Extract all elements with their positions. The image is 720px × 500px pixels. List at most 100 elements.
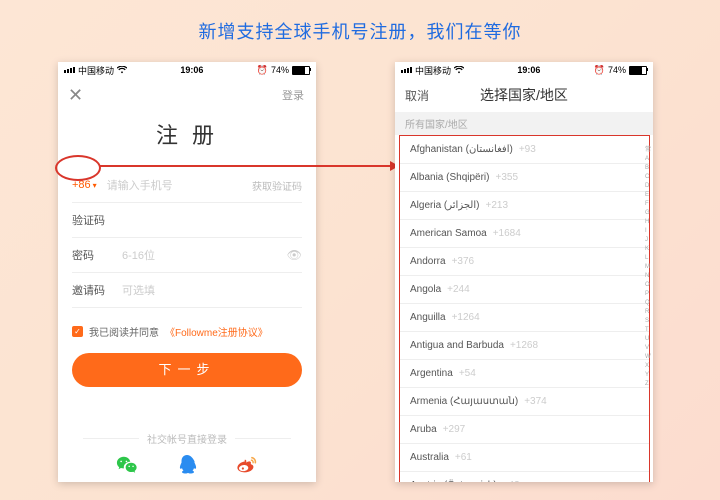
wifi-icon [454, 66, 464, 74]
country-name: Algeria (الجزائر) [410, 200, 479, 211]
country-row[interactable]: Andorra+376 [400, 248, 649, 276]
alpha-index-letter[interactable]: U [645, 335, 651, 344]
battery-pct: 74% [608, 65, 626, 75]
alpha-index-letter[interactable]: L [645, 254, 651, 263]
battery-pct: 74% [271, 65, 289, 75]
alpha-index-letter[interactable]: I [645, 227, 651, 236]
alpha-index-letter[interactable]: V [645, 344, 651, 353]
alarm-icon: ⏰ [257, 65, 268, 76]
status-time: 19:06 [464, 65, 594, 75]
country-row[interactable]: Australia +61 [400, 444, 649, 472]
alpha-index-letter[interactable]: O [645, 281, 651, 290]
alpha-index-letter[interactable]: 常 [645, 146, 651, 155]
country-name: American Samoa [410, 228, 487, 239]
alpha-index-letter[interactable]: K [645, 245, 651, 254]
country-row[interactable]: Anguilla+1264 [400, 304, 649, 332]
country-row[interactable]: Antigua and Barbuda+1268 [400, 332, 649, 360]
alpha-index-letter[interactable]: R [645, 308, 651, 317]
wechat-icon[interactable] [116, 454, 138, 476]
country-code: +61 [455, 452, 472, 463]
country-row[interactable]: Afghanistan (افغانستان) +93 [400, 136, 649, 164]
signal-icon [401, 67, 412, 73]
country-code: +244 [447, 284, 470, 295]
next-button[interactable]: 下一步 [72, 353, 302, 387]
country-name: Andorra [410, 256, 446, 267]
alpha-index-letter[interactable]: H [645, 218, 651, 227]
alpha-index-letter[interactable]: G [645, 209, 651, 218]
country-name: Argentina [410, 368, 453, 379]
get-code-button[interactable]: 获取验证码 [252, 178, 302, 193]
page-title: 注 册 [58, 118, 316, 150]
status-bar: 中国移动 19:06 ⏰ 74% [58, 62, 316, 78]
password-input[interactable]: 6-16位 [122, 247, 277, 263]
alpha-index-letter[interactable]: X [645, 362, 651, 371]
country-code-selector[interactable]: +86 ▾ [72, 179, 97, 191]
password-row: 密码 6-16位 👁 [72, 238, 302, 273]
wifi-icon [117, 66, 127, 74]
country-name: Austria (Österreich) [410, 480, 497, 482]
alpha-index-letter[interactable]: F [645, 200, 651, 209]
country-code-label: +86 [72, 179, 91, 191]
country-row[interactable]: Algeria (الجزائر) +213 [400, 192, 649, 220]
eye-icon[interactable]: 👁 [287, 248, 302, 262]
country-row[interactable]: Aruba+297 [400, 416, 649, 444]
chevron-down-icon: ▾ [93, 181, 97, 190]
code-row: 验证码 [72, 203, 302, 238]
country-list[interactable]: Afghanistan (افغانستان) +93 Albania (Shqip… [399, 135, 650, 482]
country-row[interactable]: Armenia (Հայաստան)+374 [400, 388, 649, 416]
alpha-index-letter[interactable]: C [645, 173, 651, 182]
country-name: Anguilla [410, 312, 446, 323]
alpha-index-letter[interactable]: M [645, 263, 651, 272]
invite-row: 邀请码 可选填 [72, 273, 302, 308]
agreement-link[interactable]: 《Followme注册协议》 [165, 324, 268, 339]
agree-checkbox[interactable]: ✓ 我已阅读并同意 《Followme注册协议》 [72, 324, 302, 339]
country-name: Australia [410, 452, 449, 463]
alpha-index-letter[interactable]: D [645, 182, 651, 191]
alpha-index-letter[interactable]: E [645, 191, 651, 200]
country-code: +93 [519, 144, 536, 155]
banner-title: 新增支持全球手机号注册，我们在等你 [0, 18, 720, 44]
country-row[interactable]: American Samoa+1684 [400, 220, 649, 248]
signal-icon [64, 67, 75, 73]
country-row[interactable]: Austria (Österreich) +43 [400, 472, 649, 482]
country-name: Afghanistan (افغانستان) [410, 144, 513, 155]
country-row[interactable]: Albania (Shqipëri) +355 [400, 164, 649, 192]
alpha-index-letter[interactable]: B [645, 164, 651, 173]
invite-input[interactable]: 可选填 [122, 282, 302, 298]
country-row[interactable]: Argentina+54 [400, 360, 649, 388]
social-caption: 社交帐号直接登录 [58, 431, 316, 446]
country-code: +43 [503, 480, 520, 482]
alpha-index-letter[interactable]: P [645, 290, 651, 299]
nav-bar: 取消 选择国家/地区 [395, 78, 653, 112]
alpha-index-letter[interactable]: J [645, 236, 651, 245]
alpha-index-letter[interactable]: Y [645, 371, 651, 380]
alpha-index[interactable]: 常ABCDEFGHIJKLMNOPQRSTUVWXYZ [645, 146, 651, 389]
section-header: 所有国家/地区 [395, 112, 653, 135]
country-picker-screen: 中国移动 19:06 ⏰ 74% 取消 选择国家/地区 所有国家/地区 Afgh… [395, 62, 653, 482]
weibo-icon[interactable] [236, 454, 258, 476]
country-name: Albania (Shqipëri) [410, 172, 490, 183]
agree-prefix: 我已阅读并同意 [89, 324, 159, 339]
country-name: Armenia (Հայաստան) [410, 396, 518, 407]
carrier-label: 中国移动 [415, 64, 451, 77]
phone-input[interactable]: 请输入手机号 [107, 177, 242, 193]
alpha-index-letter[interactable]: W [645, 353, 651, 362]
alpha-index-letter[interactable]: N [645, 272, 651, 281]
alpha-index-letter[interactable]: S [645, 317, 651, 326]
country-code: +213 [485, 200, 508, 211]
alpha-index-letter[interactable]: Z [645, 380, 651, 389]
login-link[interactable]: 登录 [282, 87, 304, 103]
country-code: +355 [496, 172, 519, 183]
qq-icon[interactable] [176, 454, 198, 476]
status-time: 19:06 [127, 65, 257, 75]
alpha-index-letter[interactable]: T [645, 326, 651, 335]
close-icon[interactable]: ✕ [68, 85, 83, 106]
battery-icon [292, 66, 310, 75]
alpha-index-letter[interactable]: A [645, 155, 651, 164]
code-label: 验证码 [72, 212, 112, 228]
country-code: +297 [443, 424, 466, 435]
country-name: Antigua and Barbuda [410, 340, 504, 351]
register-screen: 中国移动 19:06 ⏰ 74% ✕ 登录 注 册 +86 ▾ 请输入手机号 获… [58, 62, 316, 482]
alpha-index-letter[interactable]: Q [645, 299, 651, 308]
country-row[interactable]: Angola+244 [400, 276, 649, 304]
